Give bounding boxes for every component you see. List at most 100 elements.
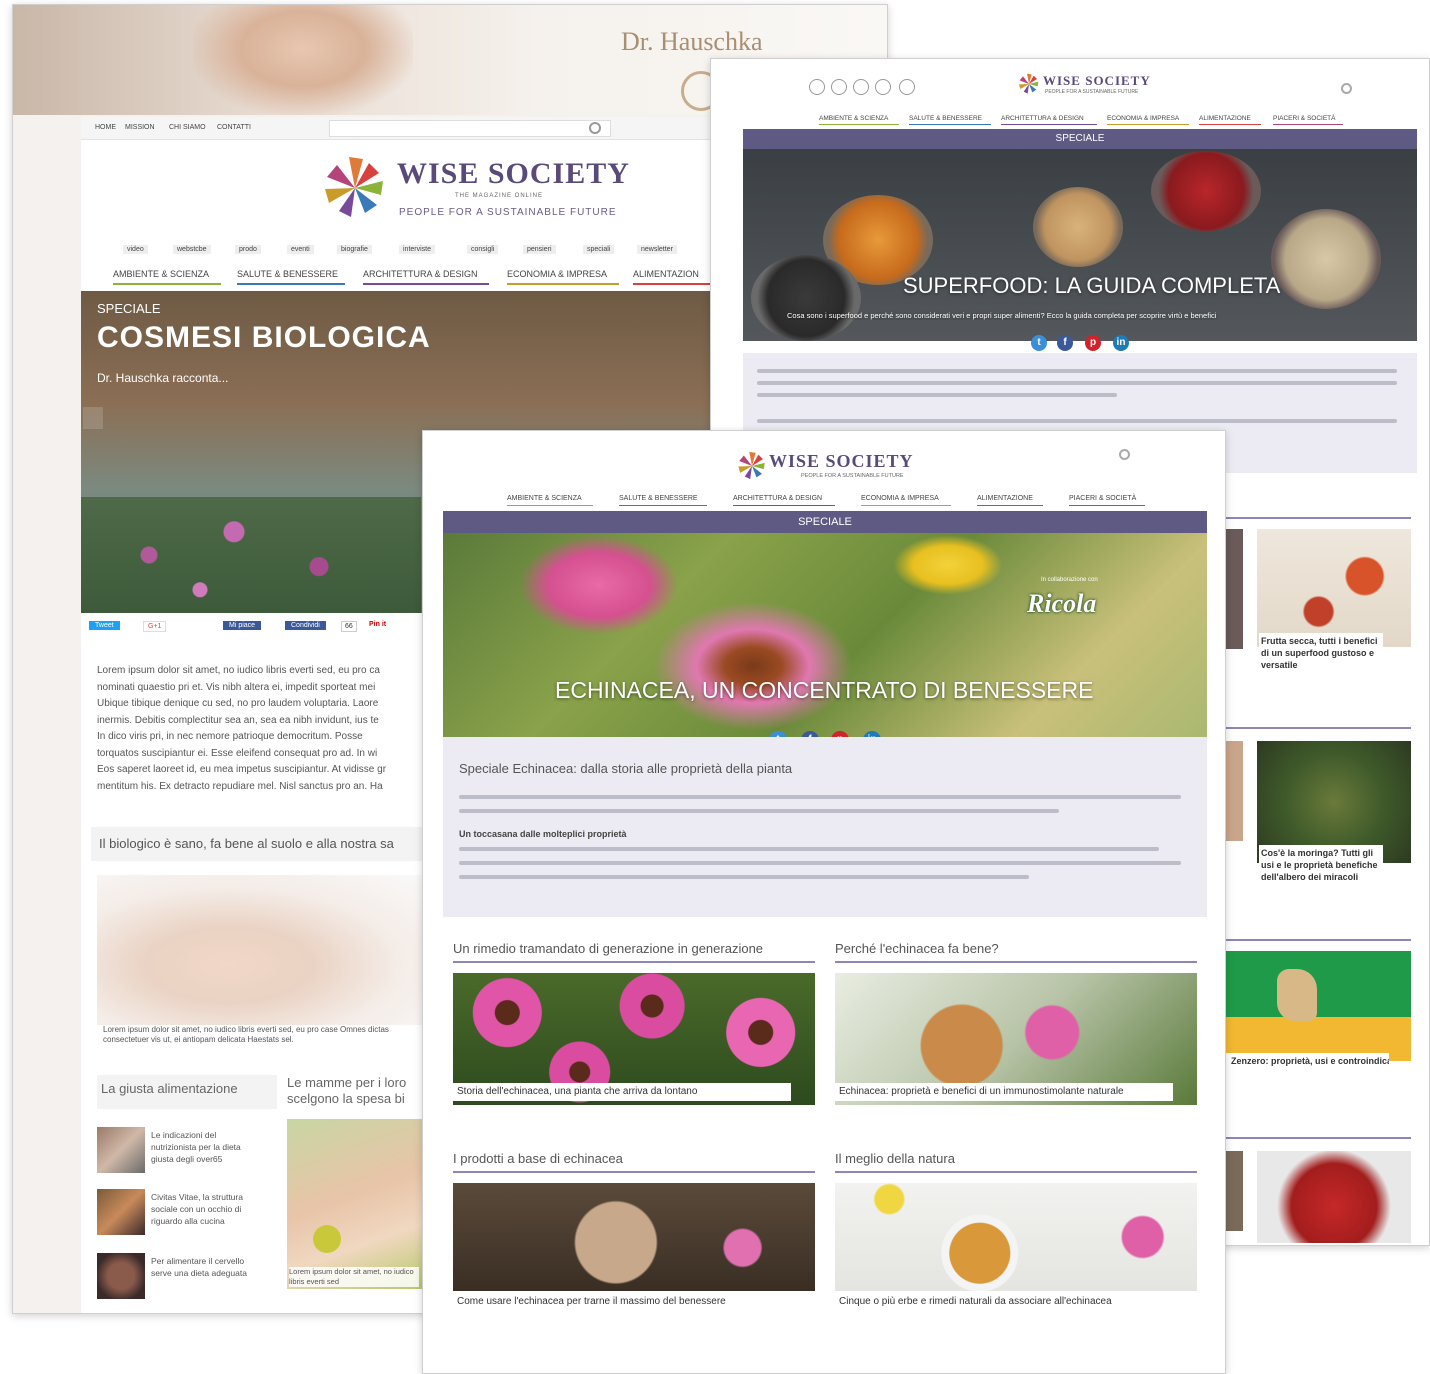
body-line: inermis. Debitis complectitur sea an, se… [97,714,379,726]
section-divider [835,1171,1197,1173]
mainnav-alimentazione[interactable]: ALIMENTAZION [633,269,699,279]
body-line: Ubique tibique denique cu sed, no pro la… [97,698,379,709]
logo-title: WISE SOCIETY [1043,73,1151,88]
twitter-share-icon[interactable]: t [1031,335,1047,351]
nav-architettura[interactable]: ARCHITETTURA & DESIGN [733,495,822,502]
nav-alimentazione[interactable]: ALIMENTAZIONE [977,495,1033,502]
twitter-icon[interactable] [853,79,869,95]
hero-arrow-button[interactable] [83,407,103,429]
col1-item[interactable]: Per alimentare il cervello serve una die… [151,1255,261,1279]
nav-piaceri[interactable]: PIACERI & SOCIETÀ [1069,495,1136,502]
tweet-button[interactable]: Tweet [89,621,120,630]
subnav-interviste[interactable]: interviste [399,245,436,254]
subnav-speciali[interactable]: speciali [583,245,615,254]
like-button[interactable]: Mi piace [223,621,262,630]
mainnav-architettura[interactable]: ARCHITETTURA & DESIGN [363,269,478,279]
search-icon[interactable] [1341,83,1352,94]
nav-economia[interactable]: ECONOMIA & IMPRESA [1107,115,1179,122]
side-item[interactable]: Zenzero: proprietà, usi e controindicazi… [1225,1053,1389,1069]
pull-quote: Il biologico è sano, fa bene al suolo e … [91,827,429,861]
mainnav-salute[interactable]: SALUTE & BENESSERE [237,269,338,279]
pinterest-share-icon[interactable]: p [1085,335,1101,351]
facebook-share-icon[interactable]: f [1057,335,1073,351]
nav-salute[interactable]: SALUTE & BENESSERE [909,115,982,122]
subnav-prodo[interactable]: prodo [235,245,261,254]
nav-architettura[interactable]: ARCHITETTURA & DESIGN [1001,115,1084,122]
logo-tagline: PEOPLE FOR A SUSTAINABLE FUTURE [801,473,904,479]
section-divider [453,1171,815,1173]
side-divider [1225,517,1411,519]
linkedin-icon[interactable] [899,79,915,95]
section-caption[interactable]: Cinque o più erbe e rimedi naturali da a… [835,1293,1173,1311]
nav-piaceri[interactable]: PIACERI & SOCIETÀ [1273,115,1336,122]
text-line [459,875,1029,879]
section-caption[interactable]: Echinacea: proprietà e benefici di un im… [835,1083,1173,1101]
speciale-bar: SPECIALE [743,129,1417,149]
side-thumb [1225,529,1243,649]
nav-underline [977,505,1043,506]
subnav-pensieri[interactable]: pensieri [523,245,556,254]
apple-icon [313,1225,341,1253]
gplus-button[interactable]: G+1 [143,621,167,632]
nav-underline [819,124,899,125]
instagram-icon[interactable] [875,79,891,95]
col2-title: Le mamme per i loro scelgono la spesa bi [287,1075,407,1106]
search-icon[interactable] [1119,449,1130,460]
section-caption[interactable]: Come usare l'echinacea per trarne il mas… [453,1293,791,1311]
pin-button[interactable]: Pin it [369,621,386,628]
subnav-eventi[interactable]: eventi [287,245,314,254]
nav-underline [733,505,835,506]
section-image [835,1183,1197,1291]
section-caption[interactable]: Storia dell'echinacea, una pianta che ar… [453,1083,791,1101]
body-line: Eos saperet laoreet id, eu mea impetus s… [97,764,387,775]
side-thumb [1225,951,1411,1061]
subnav-webstcbe[interactable]: webstcbe [173,245,211,254]
subnav-video[interactable]: video [123,245,148,254]
share-fb-button[interactable]: Condividi [285,621,326,630]
topnav-home[interactable]: HOME [95,124,116,131]
hero-title: SUPERFOOD: LA GUIDA COMPLETA [903,273,1281,298]
side-item[interactable]: Cos'è la moringa? Tutti gli usi e le pro… [1259,845,1383,885]
nav-ambiente[interactable]: AMBIENTE & SCIENZA [507,495,582,502]
mainnav-economia[interactable]: ECONOMIA & IMPRESA [507,269,607,279]
nav-underline [1107,124,1189,125]
nav-underline [507,505,593,506]
partner-label: In collaborazione con [1041,577,1098,583]
col2-caption: Lorem ipsum dolor sit amet, no iudico li… [289,1267,419,1287]
side-item[interactable]: Frutta secca, tutti i benefici di un sup… [1259,633,1383,673]
spice-bowl [1033,187,1123,267]
text-line [757,369,1397,373]
col2-image [287,1119,423,1289]
facebook-icon[interactable] [831,79,847,95]
col1-item[interactable]: Civitas Vitae, la struttura sociale con … [151,1191,261,1227]
subnav: video webstcbe prodo eventi biografie in… [123,245,743,259]
subnav-consigli[interactable]: consigli [467,245,499,254]
nav-salute[interactable]: SALUTE & BENESSERE [619,495,698,502]
mainnav-ambiente[interactable]: AMBIENTE & SCIENZA [113,269,209,279]
section-title: Perché l'echinacea fa bene? [835,941,999,956]
brand-logo: Dr. Hauschka [621,27,763,56]
side-divider [1225,1137,1411,1139]
body-line: In dico viris pri, in nec nemore patrioq… [97,731,363,742]
youtube-icon[interactable] [809,79,825,95]
subnav-biografie[interactable]: biografie [337,245,372,254]
spice-bowl [1271,209,1381,309]
col1-item[interactable]: Le indicazioni del nutrizionista per la … [151,1129,261,1165]
nav-economia[interactable]: ECONOMIA & IMPRESA [861,495,939,502]
body-line: torquatos suscipiantur ei. Esse eleifend… [97,747,378,759]
sub-heading: Un toccasana dalle molteplici proprietà [459,829,627,839]
section-title: Un rimedio tramandato di generazione in … [453,941,764,956]
search-input[interactable] [329,120,611,137]
topnav-mission[interactable]: MISSION [125,124,155,131]
nav-alimentazione[interactable]: ALIMENTAZIONE [1199,115,1251,122]
linkedin-share-icon[interactable]: in [1113,335,1129,351]
subnav-newsletter[interactable]: newsletter [637,245,677,254]
body-text: Lorem ipsum dolor sit amet, no iudico li… [97,663,427,795]
logo-tagline-2: PEOPLE FOR A SUSTAINABLE FUTURE [399,207,617,218]
hero-kicker: SPECIALE [97,301,161,316]
search-icon[interactable] [589,122,601,134]
logo-title: WISE SOCIETY [397,157,630,190]
topnav-chi-siamo[interactable]: CHI SIAMO [169,124,206,131]
topnav-contatti[interactable]: CONTATTI [217,124,251,131]
nav-ambiente[interactable]: AMBIENTE & SCIENZA [819,115,888,122]
